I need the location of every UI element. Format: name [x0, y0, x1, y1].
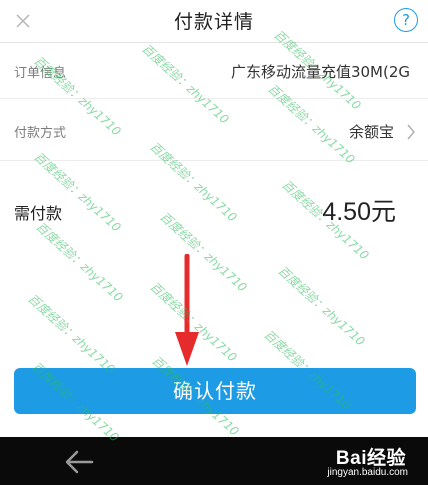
amount-value: 4.50元 [322, 198, 396, 226]
confirm-payment-button[interactable]: 确认付款 [14, 368, 416, 414]
order-info-row: 订单信息 广东移动流量充值30M(2G [0, 50, 428, 94]
payment-method-value: 余额宝 [348, 123, 394, 141]
back-arrow-icon[interactable] [62, 447, 96, 477]
top-bar: 付款详情 ? [0, 0, 428, 43]
watermark-text: 百度经验：zhy1710 [25, 291, 118, 377]
payment-method-label: 付款方式 [14, 126, 67, 141]
watermark-text: 百度经验：zhy1710 [275, 263, 368, 349]
divider [0, 98, 428, 99]
brand-url: jingyan.baidu.com [327, 467, 408, 478]
order-info-label: 订单信息 [14, 66, 67, 81]
order-info-value: 广东移动流量充值30M(2G [230, 63, 410, 81]
amount-row: 需付款 4.50元 [0, 188, 428, 236]
divider [0, 160, 428, 161]
help-icon[interactable]: ? [394, 8, 418, 32]
system-navbar: Bai经验 jingyan.baidu.com [0, 437, 428, 485]
page-title: 付款详情 [173, 11, 254, 33]
payment-method-row[interactable]: 付款方式 余额宝 [0, 110, 428, 154]
red-arrow-annotation [175, 254, 199, 366]
amount-label: 需付款 [14, 204, 63, 223]
brand-name: Bai经验 [335, 448, 406, 469]
baidu-jingyan-logo: Bai经验 jingyan.baidu.com [258, 443, 408, 483]
chevron-right-icon [407, 124, 415, 140]
